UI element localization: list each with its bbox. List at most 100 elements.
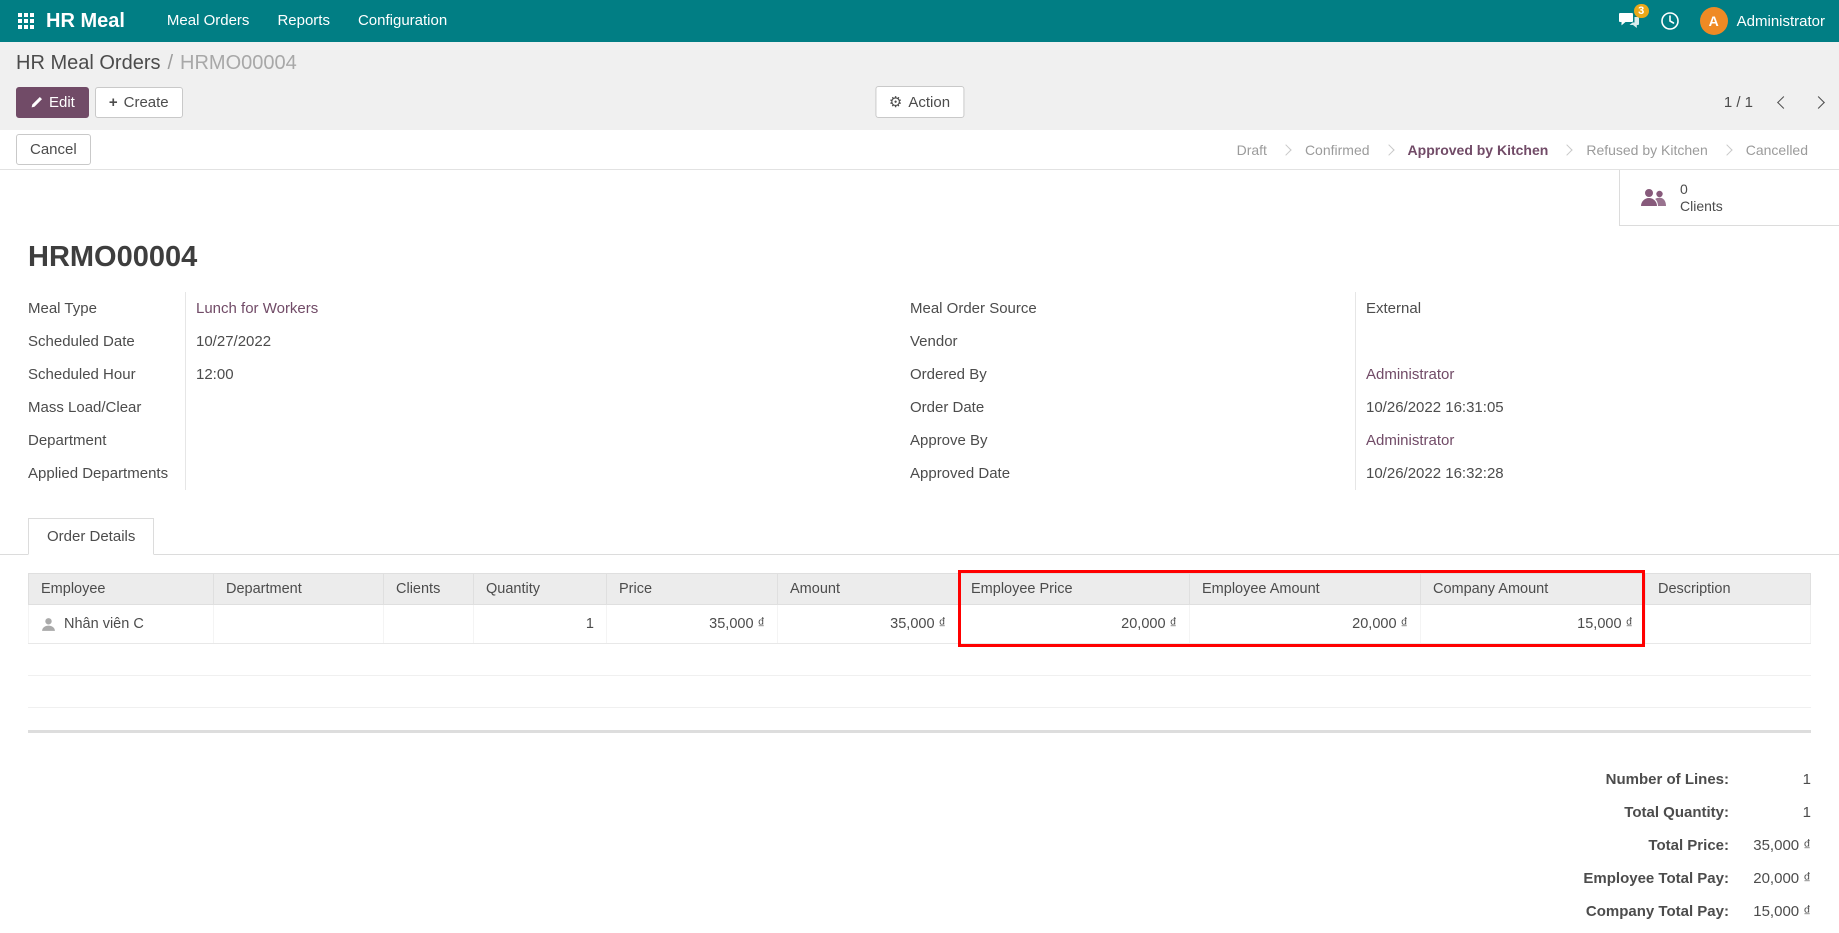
menu-reports[interactable]: Reports [263, 0, 344, 42]
col-header-price[interactable]: Price [607, 574, 778, 605]
field-mass-load-clear: Mass Load/Clear [28, 391, 910, 424]
field-label: Ordered By [910, 366, 1355, 383]
order-lines-table-wrap: Employee Department Clients Quantity Pri… [28, 573, 1811, 644]
field-label: Applied Departments [28, 465, 185, 482]
field-value-department [185, 424, 910, 457]
empty-table-row [28, 676, 1811, 708]
breadcrumb-separator: / [167, 52, 173, 74]
cancel-button[interactable]: Cancel [16, 134, 91, 165]
col-header-company-amount[interactable]: Company Amount [1421, 574, 1646, 605]
field-value-meal-type[interactable]: Lunch for Workers [185, 292, 910, 325]
cell-company-amount: 15,000 ₫ [1421, 605, 1646, 644]
field-order-date: Order Date 10/26/2022 16:31:05 [910, 391, 1811, 424]
control-panel: HR Meal Orders/HRMO00004 Edit + Create ⚙… [0, 42, 1839, 130]
cell-employee: Nhân viên C [64, 616, 144, 632]
col-header-amount[interactable]: Amount [778, 574, 959, 605]
field-meal-order-source: Meal Order Source External [910, 292, 1811, 325]
field-scheduled-date: Scheduled Date 10/27/2022 [28, 325, 910, 358]
person-icon [41, 617, 56, 632]
breadcrumb: HR Meal Orders/HRMO00004 [16, 50, 1823, 76]
pager: 1 / 1 [1724, 94, 1823, 111]
cell-department [214, 605, 384, 644]
status-steps: Draft Confirmed Approved by Kitchen Refu… [1222, 142, 1823, 158]
tab-order-details[interactable]: Order Details [28, 518, 154, 555]
pager-count: 1 / 1 [1724, 94, 1753, 111]
field-label: Scheduled Date [28, 333, 185, 350]
create-button[interactable]: + Create [95, 87, 183, 118]
clients-stat-button[interactable]: 0 Clients [1619, 170, 1839, 226]
field-label: Department [28, 432, 185, 449]
col-header-description[interactable]: Description [1646, 574, 1811, 605]
pager-next-icon[interactable] [1812, 96, 1825, 109]
total-employee-pay: Employee Total Pay: 20,000 ₫ [28, 862, 1811, 895]
pager-previous-icon[interactable] [1777, 96, 1790, 109]
status-step-confirmed[interactable]: Confirmed [1290, 142, 1385, 158]
table-header-row: Employee Department Clients Quantity Pri… [29, 574, 1811, 605]
table-row[interactable]: Nhân viên C 1 35,000 ₫ 35,000 ₫ 20,000 ₫… [29, 605, 1811, 644]
col-header-department[interactable]: Department [214, 574, 384, 605]
cell-employee-price: 20,000 ₫ [959, 605, 1190, 644]
menu-configuration[interactable]: Configuration [344, 0, 461, 42]
messages-icon[interactable]: 3 [1618, 11, 1640, 31]
field-label: Scheduled Hour [28, 366, 185, 383]
form-sheet: 0 Clients HRMO00004 Meal Type Lunch for … [0, 170, 1839, 928]
col-header-employee-amount[interactable]: Employee Amount [1190, 574, 1421, 605]
button-box-row: 0 Clients [0, 170, 1839, 226]
pencil-icon [30, 96, 43, 109]
field-vendor: Vendor [910, 325, 1811, 358]
col-header-clients[interactable]: Clients [384, 574, 474, 605]
menu-meal-orders[interactable]: Meal Orders [153, 0, 264, 42]
cell-price: 35,000 ₫ [607, 605, 778, 644]
activities-clock-icon[interactable] [1660, 11, 1680, 31]
status-step-cancelled[interactable]: Cancelled [1731, 142, 1823, 158]
field-scheduled-hour: Scheduled Hour 12:00 [28, 358, 910, 391]
field-label: Order Date [910, 399, 1355, 416]
fields-area: Meal Type Lunch for Workers Scheduled Da… [28, 292, 1811, 490]
field-value-approve-by[interactable]: Administrator [1355, 424, 1811, 457]
order-lines-table: Employee Department Clients Quantity Pri… [28, 573, 1811, 644]
field-value-scheduled-hour: 12:00 [185, 358, 910, 391]
gear-icon: ⚙ [889, 93, 902, 111]
cell-quantity: 1 [474, 605, 607, 644]
section-separator [28, 730, 1811, 733]
total-quantity: Total Quantity: 1 [28, 796, 1811, 829]
field-label: Approve By [910, 432, 1355, 449]
field-meal-type: Meal Type Lunch for Workers [28, 292, 910, 325]
cell-clients [384, 605, 474, 644]
field-approved-date: Approved Date 10/26/2022 16:32:28 [910, 457, 1811, 490]
cell-description [1646, 605, 1811, 644]
clients-count: 0 [1680, 181, 1723, 198]
cell-amount: 35,000 ₫ [778, 605, 959, 644]
statusbar: Cancel Draft Confirmed Approved by Kitch… [0, 130, 1839, 170]
apps-grid-icon[interactable] [18, 13, 34, 29]
status-step-refused-by-kitchen[interactable]: Refused by Kitchen [1571, 142, 1722, 158]
totals-section: Number of Lines: 1 Total Quantity: 1 Tot… [28, 763, 1811, 928]
field-label: Approved Date [910, 465, 1355, 482]
breadcrumb-parent[interactable]: HR Meal Orders [16, 52, 160, 74]
app-brand[interactable]: HR Meal [46, 10, 125, 33]
edit-button[interactable]: Edit [16, 87, 89, 118]
field-label: Vendor [910, 333, 1355, 350]
col-header-employee-price[interactable]: Employee Price [959, 574, 1190, 605]
field-value-scheduled-date: 10/27/2022 [185, 325, 910, 358]
field-label: Meal Type [28, 300, 185, 317]
field-department: Department [28, 424, 910, 457]
status-step-approved-by-kitchen[interactable]: Approved by Kitchen [1393, 142, 1564, 158]
empty-table-row [28, 644, 1811, 676]
user-menu[interactable]: A Administrator [1700, 7, 1825, 35]
field-ordered-by: Ordered By Administrator [910, 358, 1811, 391]
field-applied-departments: Applied Departments [28, 457, 910, 490]
field-value-ordered-by[interactable]: Administrator [1355, 358, 1811, 391]
user-avatar: A [1700, 7, 1728, 35]
col-header-employee[interactable]: Employee [29, 574, 214, 605]
field-value-mass-load-clear [185, 391, 910, 424]
field-label: Meal Order Source [910, 300, 1355, 317]
action-button[interactable]: ⚙ Action [875, 86, 964, 118]
messages-badge: 3 [1634, 4, 1649, 18]
status-step-draft[interactable]: Draft [1222, 142, 1282, 158]
notebook-tabs: Order Details [0, 518, 1839, 555]
people-icon [1638, 187, 1668, 209]
col-header-quantity[interactable]: Quantity [474, 574, 607, 605]
total-number-of-lines: Number of Lines: 1 [28, 763, 1811, 796]
field-value-order-date: 10/26/2022 16:31:05 [1355, 391, 1811, 424]
